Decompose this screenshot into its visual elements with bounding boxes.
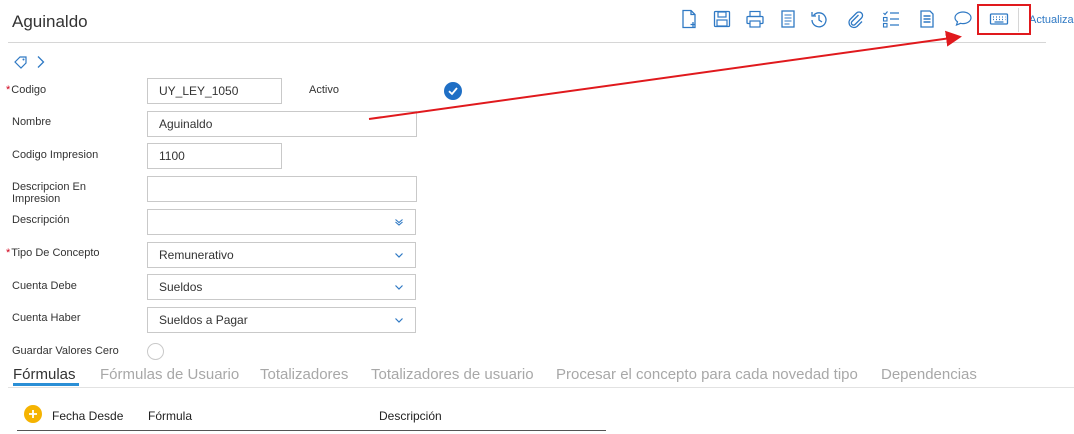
active-tab-indicator	[13, 383, 79, 386]
cuenta-haber-label: Cuenta Haber	[12, 312, 81, 324]
history-icon	[811, 12, 827, 28]
cuenta-debe-select[interactable]: Sueldos	[147, 274, 416, 300]
report-icon	[920, 10, 934, 28]
comment-button[interactable]	[952, 6, 974, 32]
activo-label: Activo	[309, 84, 339, 96]
double-chevron-down-icon	[395, 219, 403, 226]
cuenta-haber-select[interactable]: Sueldos a Pagar	[147, 307, 416, 333]
descripcion-label: Descripción	[12, 214, 70, 226]
column-header-fecha-desde[interactable]: Fecha Desde	[52, 409, 123, 423]
nombre-label: Nombre	[12, 116, 52, 128]
tab-totalizadores[interactable]: Totalizadores	[260, 366, 348, 383]
history-button[interactable]	[808, 6, 830, 32]
activo-checkbox[interactable]	[444, 82, 462, 100]
tab-dependencias[interactable]: Dependencias	[881, 366, 977, 383]
column-header-formula[interactable]: Fórmula	[148, 409, 192, 423]
guardar-valores-cero-checkbox[interactable]	[147, 343, 164, 360]
descripcion-en-impresion-label: Descripcion En Impresion	[12, 181, 86, 205]
chevron-down-icon	[395, 318, 403, 323]
update-link[interactable]: Actualizar	[1029, 14, 1074, 26]
checklist-icon	[882, 11, 899, 28]
comment-icon	[954, 11, 972, 27]
annotation-highlight-box	[977, 4, 1031, 35]
tab-totalizadores-de-usuario[interactable]: Totalizadores de usuario	[371, 366, 534, 383]
checklist-button[interactable]	[880, 6, 902, 32]
document-list-icon	[781, 10, 795, 28]
tipo-de-concepto-select[interactable]: Remunerativo	[147, 242, 416, 268]
codigo-impresion-label: Codigo Impresion	[12, 149, 99, 161]
tab-formulas-de-usuario[interactable]: Fórmulas de Usuario	[100, 366, 239, 383]
tag-bar	[14, 55, 48, 69]
checkmark-icon	[448, 87, 458, 96]
descripcion-select[interactable]	[147, 209, 416, 235]
document-list-button[interactable]	[777, 6, 799, 32]
cuenta-debe-label: Cuenta Debe	[12, 280, 77, 292]
save-icon	[713, 10, 731, 28]
descripcion-en-impresion-field[interactable]	[147, 176, 417, 202]
plus-icon	[29, 410, 37, 418]
tag-icon[interactable]	[14, 55, 28, 69]
report-button[interactable]	[916, 6, 938, 32]
tabs-divider	[8, 387, 1074, 388]
nombre-field[interactable]: Aguinaldo	[147, 111, 417, 137]
formulas-grid-header: Fecha Desde Fórmula Descripción	[17, 400, 606, 431]
new-document-button[interactable]	[678, 6, 700, 32]
codigo-impresion-field[interactable]: 1100	[147, 143, 282, 169]
tab-procesar-concepto[interactable]: Procesar el concepto para cada novedad t…	[556, 366, 858, 383]
tab-formulas[interactable]: Fórmulas	[13, 366, 76, 383]
print-button[interactable]	[744, 6, 766, 32]
guardar-valores-cero-label: Guardar Valores Cero	[12, 345, 119, 357]
attachment-icon	[848, 11, 864, 29]
codigo-field[interactable]: UY_LEY_1050	[147, 78, 282, 104]
codigo-label: *Codigo	[6, 84, 47, 96]
print-icon	[746, 10, 764, 28]
chevron-down-icon	[395, 253, 403, 258]
column-header-descripcion[interactable]: Descripción	[379, 409, 442, 423]
add-row-button[interactable]	[24, 405, 42, 423]
chevron-down-icon	[395, 285, 403, 290]
save-button[interactable]	[711, 6, 733, 32]
header-divider	[8, 42, 1046, 43]
tipo-de-concepto-label: *Tipo De Concepto	[6, 247, 100, 259]
chevron-right-icon[interactable]	[34, 55, 48, 69]
page-title: Aguinaldo	[12, 12, 88, 31]
attachment-button[interactable]	[844, 6, 866, 32]
new-document-icon	[682, 9, 696, 29]
